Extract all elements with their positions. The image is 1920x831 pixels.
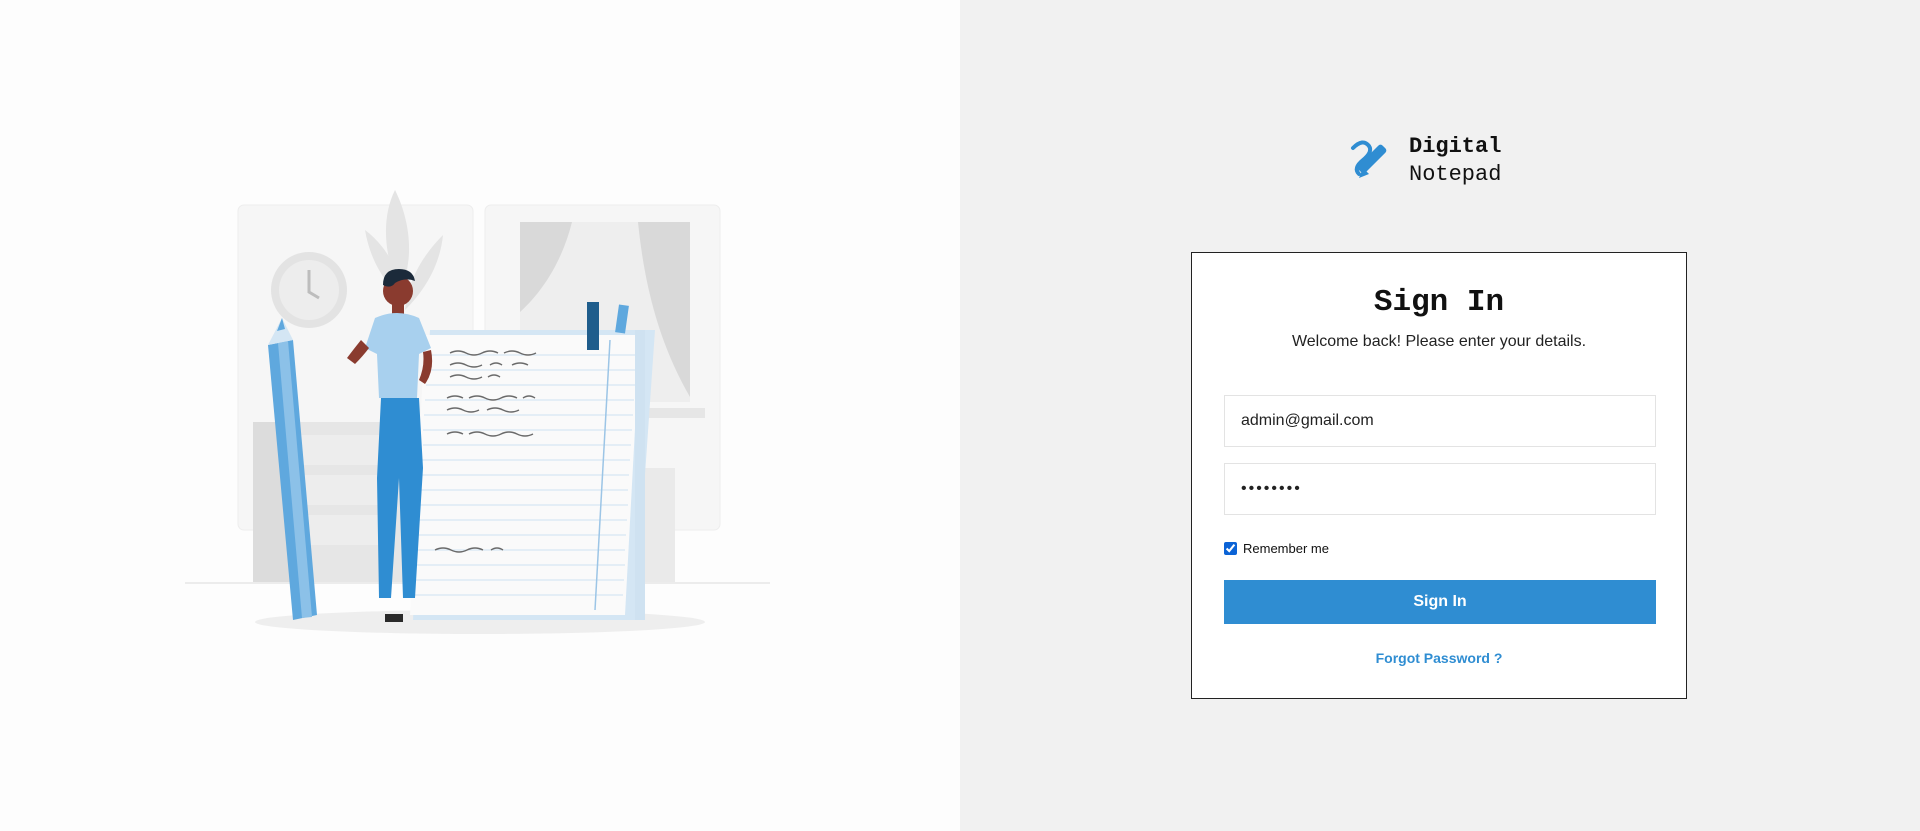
pencil-logo-icon — [1351, 140, 1387, 178]
brand-logo[interactable]: Digital Notepad — [1349, 133, 1501, 189]
signin-subtitle: Welcome back! Please enter your details. — [1291, 333, 1587, 350]
brand-name-line2: Notepad — [1409, 162, 1502, 187]
signin-title: Sign In — [1373, 285, 1505, 320]
forgot-password-link[interactable]: Forgot Password ? — [1192, 650, 1686, 666]
remember-me[interactable]: Remember me — [1224, 541, 1329, 556]
email-field[interactable] — [1224, 395, 1656, 447]
person-with-pencil-and-notepad-illustration — [185, 190, 770, 634]
remember-me-label: Remember me — [1243, 541, 1329, 556]
illustration-panel — [0, 0, 960, 831]
remember-me-checkbox[interactable] — [1224, 542, 1237, 555]
signin-card: Sign In Welcome back! Please enter your … — [1191, 252, 1687, 699]
password-field[interactable] — [1224, 463, 1656, 515]
signin-panel: Digital Notepad Sign In Welcome back! Pl… — [960, 0, 1920, 831]
signin-button[interactable]: Sign In — [1224, 580, 1656, 624]
brand-name-line1: Digital — [1409, 134, 1502, 159]
